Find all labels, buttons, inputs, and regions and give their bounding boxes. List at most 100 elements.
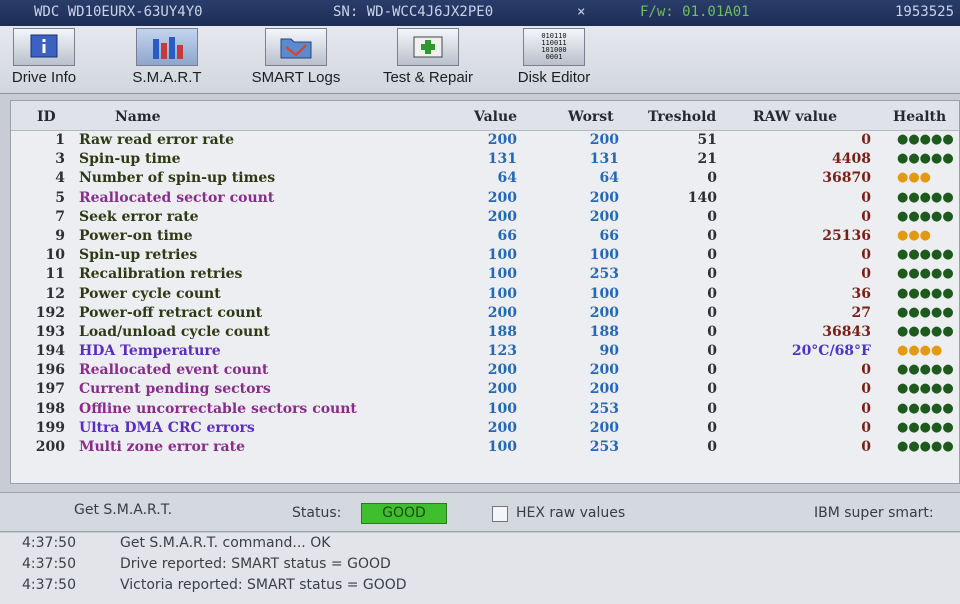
attr-id: 193 (35, 323, 65, 340)
event-log: 4:37:50 Get S.M.A.R.T. command... OK 4:3… (0, 533, 960, 604)
attr-id: 7 (55, 208, 65, 225)
attr-threshold: 0 (707, 381, 717, 398)
health-dots: ●●●●● (897, 266, 954, 282)
attr-raw-value: 36 (851, 285, 871, 302)
table-row[interactable]: 194 HDA Temperature 123 90 0 20°C/68°F ●●●● (11, 342, 959, 361)
attr-raw-value: 0 (861, 247, 871, 264)
table-row[interactable]: 199 Ultra DMA CRC errors 200 200 0 0 ●●●●● (11, 419, 959, 438)
table-row[interactable]: 11 Recalibration retries 100 253 0 0 ●●●●● (11, 265, 959, 284)
first-aid-icon (397, 28, 459, 66)
attr-value: 200 (487, 132, 517, 148)
table-row[interactable]: 9 Power-on time 66 66 0 25136 ●●● (11, 227, 959, 246)
attr-threshold: 51 (697, 132, 717, 148)
table-row[interactable]: 192 Power-off retract count 200 200 0 27 ●●●●● (11, 304, 959, 323)
smart-table: ID Name Value Worst Treshold RAW value H… (10, 100, 960, 484)
disk-editor-button[interactable]: 010110 110011 101000 0001 Disk Editor (508, 28, 600, 92)
table-row[interactable]: 196 Reallocated event count 200 200 0 0 ●●●●● (11, 361, 959, 380)
table-row[interactable]: 12 Power cycle count 100 100 0 36 ●●●●● (11, 285, 959, 304)
table-row[interactable]: 5 Reallocated sector count 200 200 140 0 ●●●●● (11, 189, 959, 208)
attr-worst: 200 (589, 304, 619, 321)
attr-value: 200 (487, 362, 517, 379)
table-row[interactable]: 10 Spin-up retries 100 100 0 0 ●●●●● (11, 246, 959, 265)
col-threshold[interactable]: Treshold (648, 109, 716, 125)
disk-editor-icon-text: 010110 110011 101000 0001 (541, 32, 567, 61)
health-dots: ●●●●● (897, 323, 954, 339)
col-name[interactable]: Name (115, 109, 161, 125)
smart-logs-button[interactable]: SMART Logs (240, 28, 352, 92)
table-row[interactable]: 198 Offline uncorrectable sectors count 10… (11, 400, 959, 419)
table-row[interactable]: 7 Seek error rate 200 200 0 0 ●●●●● (11, 208, 959, 227)
attr-threshold: 21 (697, 151, 717, 168)
health-dots: ●●●●● (897, 285, 954, 301)
firmware-version: F/w: 01.01A01 (640, 4, 750, 20)
attr-raw-value: 0 (861, 400, 871, 417)
attr-threshold: 0 (707, 170, 717, 187)
hex-raw-checkbox[interactable] (492, 506, 508, 522)
ibm-super-smart-label: IBM super smart: (814, 505, 943, 521)
attr-id: 5 (55, 189, 65, 206)
col-id[interactable]: ID (37, 109, 56, 125)
attr-threshold: 0 (707, 304, 717, 321)
attr-raw-value: 27 (851, 304, 871, 321)
attr-id: 11 (45, 266, 65, 283)
attr-name: Spin-up retries (79, 247, 198, 264)
table-row[interactable]: 193 Load/unload cycle count 188 188 0 36843 ●●… (11, 323, 959, 342)
attr-worst: 66 (599, 227, 619, 244)
col-raw[interactable]: RAW value (753, 109, 837, 125)
attr-name: Spin-up time (79, 151, 181, 168)
table-row[interactable]: 1 Raw read error rate 200 200 51 0 ●●●●● (11, 131, 959, 150)
close-icon[interactable]: × (577, 4, 585, 20)
binary-icon: 010110 110011 101000 0001 (523, 28, 585, 66)
health-dots: ●●●● (897, 343, 943, 359)
attr-name: Offline uncorrectable sectors count (79, 400, 357, 417)
test-repair-button[interactable]: Test & Repair (370, 28, 486, 92)
attr-raw-value: 0 (861, 189, 871, 206)
attr-threshold: 0 (707, 439, 717, 455)
health-dots: ●●●●● (897, 439, 954, 454)
health-dots: ●●● (897, 227, 932, 243)
attr-id: 3 (55, 151, 65, 168)
log-message: Drive reported: SMART status = GOOD (120, 556, 391, 572)
attr-worst: 100 (589, 285, 619, 302)
attr-threshold: 140 (687, 189, 717, 206)
attr-name: Raw read error rate (79, 132, 235, 148)
health-dots: ●●●●● (897, 362, 954, 378)
health-dots: ●●●●● (897, 247, 954, 263)
attr-raw-value: 0 (861, 439, 871, 455)
disk-editor-label: Disk Editor (517, 69, 591, 86)
table-row[interactable]: 200 Multi zone error rate 100 253 0 0 ●●●●● (11, 438, 959, 457)
col-health[interactable]: Health (893, 109, 946, 125)
attr-threshold: 0 (707, 419, 717, 436)
attr-raw-value: 0 (861, 208, 871, 225)
attr-threshold: 0 (707, 323, 717, 340)
attr-raw-value: 4408 (832, 151, 871, 168)
attr-name: Reallocated event count (79, 362, 269, 379)
log-time: 4:37:50 (22, 556, 76, 572)
attr-name: Reallocated sector count (79, 189, 275, 206)
hex-raw-label[interactable]: HEX raw values (516, 505, 625, 521)
log-time: 4:37:50 (22, 577, 76, 593)
table-header: ID Name Value Worst Treshold RAW value H… (11, 101, 959, 131)
attr-worst: 200 (589, 132, 619, 148)
table-row[interactable]: 197 Current pending sectors 200 200 0 0 ●●●●● (11, 380, 959, 399)
get-smart-button[interactable]: Get S.M.A.R.T. (60, 502, 240, 524)
drive-info-button[interactable]: Drive Info (4, 28, 84, 92)
col-value[interactable]: Value (474, 109, 517, 125)
health-dots: ●●●●● (897, 208, 954, 224)
col-worst[interactable]: Worst (568, 109, 614, 125)
table-row[interactable]: 4 Number of spin-up times 64 64 0 36870 ●●● (11, 169, 959, 188)
drive-serial: SN: WD-WCC4J6JX2PE0 (333, 4, 494, 20)
test-repair-label: Test & Repair (382, 69, 474, 86)
attr-threshold: 0 (707, 208, 717, 225)
attr-name: Power-off retract count (79, 304, 263, 321)
attr-raw-value: 0 (861, 381, 871, 398)
table-row[interactable]: 3 Spin-up time 131 131 21 4408 ●●●●● (11, 150, 959, 169)
attr-worst: 200 (589, 362, 619, 379)
attr-threshold: 0 (707, 285, 717, 302)
attr-value: 200 (487, 304, 517, 321)
attr-worst: 200 (589, 208, 619, 225)
attr-worst: 253 (589, 439, 619, 455)
attr-id: 1 (55, 132, 65, 148)
smart-button[interactable]: S.M.A.R.T (124, 28, 210, 92)
attr-worst: 253 (589, 400, 619, 417)
